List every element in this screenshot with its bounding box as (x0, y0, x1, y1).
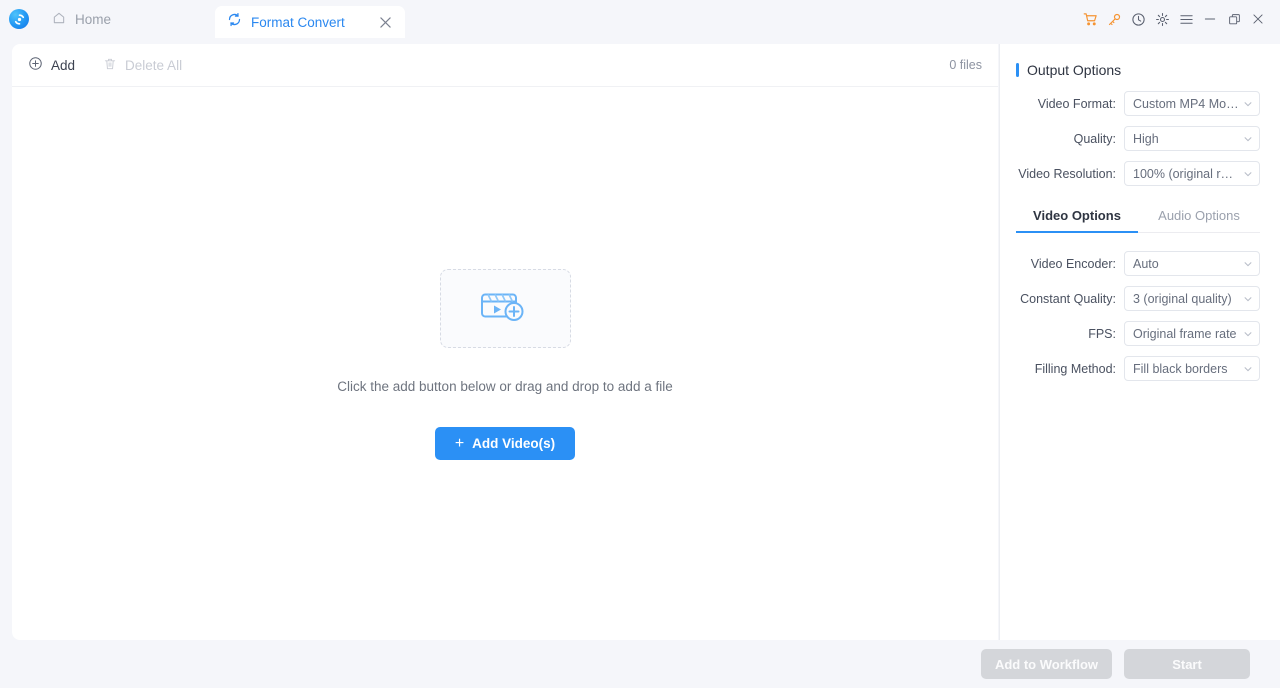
quality-select[interactable]: High (1124, 126, 1260, 151)
key-icon[interactable] (1102, 9, 1126, 29)
output-fields: Video Format: Custom MP4 Movie(... Quali… (1016, 91, 1260, 186)
fps-select[interactable]: Original frame rate (1124, 321, 1260, 346)
tab-video-options[interactable]: Video Options (1016, 208, 1138, 233)
filling-method-select[interactable]: Fill black borders (1124, 356, 1260, 381)
select-value: Auto (1133, 256, 1159, 271)
add-to-workflow-button[interactable]: Add to Workflow (980, 649, 1112, 679)
field-label: Video Format: (1037, 96, 1116, 111)
chevron-down-icon (1243, 364, 1253, 374)
drop-zone-hint: Click the add button below or drag and d… (337, 379, 673, 394)
field-label: Video Encoder: (1030, 256, 1116, 271)
options-tabs: Video Options Audio Options (1016, 208, 1260, 233)
add-button[interactable]: Add (28, 56, 75, 74)
title-bar: Home Format Convert (0, 0, 1280, 38)
drop-zone-box[interactable] (439, 269, 571, 348)
maximize-icon[interactable] (1222, 9, 1246, 29)
field-video-format: Video Format: Custom MP4 Movie(... (1016, 91, 1260, 116)
field-label: Quality: (1073, 131, 1116, 146)
tab-format-convert[interactable]: Format Convert (215, 6, 405, 38)
add-videos-label: Add Video(s) (472, 436, 556, 451)
delete-all-label: Delete All (125, 57, 183, 73)
tab-label: Audio Options (1158, 208, 1240, 223)
select-value: 100% (original resol... (1133, 166, 1239, 181)
field-label: Constant Quality: (1020, 291, 1116, 306)
chevron-down-icon (1243, 134, 1253, 144)
constant-quality-select[interactable]: 3 (original quality) (1124, 286, 1260, 311)
tab-label: Format Convert (251, 14, 345, 30)
field-label: FPS: (1088, 326, 1116, 341)
tab-label: Video Options (1033, 208, 1121, 223)
home-tab[interactable]: Home (38, 0, 125, 38)
select-value: High (1133, 131, 1159, 146)
chevron-down-icon (1243, 169, 1253, 179)
select-value: Fill black borders (1133, 361, 1228, 376)
tab-audio-options[interactable]: Audio Options (1138, 208, 1260, 232)
select-value: 3 (original quality) (1133, 291, 1232, 306)
video-format-select[interactable]: Custom MP4 Movie(... (1124, 91, 1260, 116)
panel-header: Output Options (1016, 62, 1260, 78)
chevron-down-icon (1243, 329, 1253, 339)
accent-bar (1016, 63, 1019, 77)
drop-zone[interactable]: Click the add button below or drag and d… (12, 87, 998, 640)
files-count: 0 files (949, 58, 982, 72)
field-label: Video Resolution: (1018, 166, 1116, 181)
chevron-down-icon (1243, 99, 1253, 109)
plus-circle-icon (28, 56, 43, 74)
select-value: Custom MP4 Movie(... (1133, 96, 1239, 111)
video-encoder-select[interactable]: Auto (1124, 251, 1260, 276)
app-logo-icon (9, 9, 29, 29)
video-resolution-select[interactable]: 100% (original resol... (1124, 161, 1260, 186)
close-window-icon[interactable] (1246, 9, 1270, 29)
home-tab-label: Home (75, 11, 112, 27)
settings-gear-icon[interactable] (1150, 9, 1174, 29)
history-clock-icon[interactable] (1126, 9, 1150, 29)
field-quality: Quality: High (1016, 126, 1260, 151)
field-fps: FPS: Original frame rate (1016, 321, 1260, 346)
field-filling-method: Filling Method: Fill black borders (1016, 356, 1260, 381)
field-constant-quality: Constant Quality: 3 (original quality) (1016, 286, 1260, 311)
add-videos-button[interactable]: + Add Video(s) (434, 427, 576, 460)
cart-icon[interactable] (1078, 9, 1102, 29)
panel-title-text: Output Options (1027, 62, 1122, 78)
chevron-down-icon (1243, 294, 1253, 304)
select-value: Original frame rate (1133, 326, 1237, 341)
chevron-down-icon (1243, 259, 1253, 269)
field-video-encoder: Video Encoder: Auto (1016, 251, 1260, 276)
delete-all-button[interactable]: Delete All (103, 57, 182, 74)
trash-icon (103, 57, 117, 74)
close-icon[interactable] (377, 14, 393, 30)
plus-icon: + (454, 434, 465, 452)
window-controls (1078, 9, 1270, 29)
home-icon (52, 11, 66, 28)
video-option-fields: Video Encoder: Auto Constant Quality: 3 … (1016, 251, 1260, 381)
file-toolbar: Add Delete All 0 files (12, 44, 998, 87)
menu-hamburger-icon[interactable] (1174, 9, 1198, 29)
minimize-icon[interactable] (1198, 9, 1222, 29)
add-button-label: Add (51, 57, 76, 73)
convert-refresh-icon (227, 12, 242, 32)
start-button[interactable]: Start (1124, 649, 1250, 679)
file-list-card: Add Delete All 0 files Click the add but… (12, 44, 998, 640)
field-video-resolution: Video Resolution: 100% (original resol..… (1016, 161, 1260, 186)
output-options-panel: Output Options Video Format: Custom MP4 … (999, 44, 1280, 640)
video-add-clapperboard-icon (477, 284, 533, 333)
field-label: Filling Method: (1034, 361, 1116, 376)
footer-bar: Add to Workflow Start (0, 640, 1280, 688)
